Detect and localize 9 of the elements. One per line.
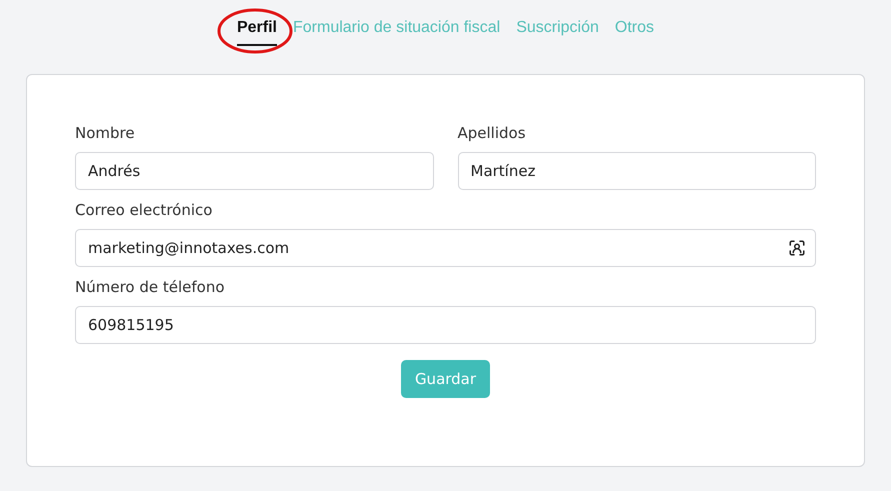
- field-label: Nombre: [75, 123, 136, 143]
- field-label: Número de télefono: [75, 277, 226, 297]
- field-label: Correo electrónico: [75, 200, 214, 220]
- input-field[interactable]: Martínez: [458, 152, 816, 190]
- input-field[interactable]: Andrés: [75, 152, 434, 190]
- contact-scan-icon[interactable]: [788, 239, 806, 257]
- input-field[interactable]: 609815195: [75, 306, 816, 344]
- input-field[interactable]: marketing@innotaxes.com: [75, 229, 816, 267]
- field-label: Apellidos: [458, 123, 527, 143]
